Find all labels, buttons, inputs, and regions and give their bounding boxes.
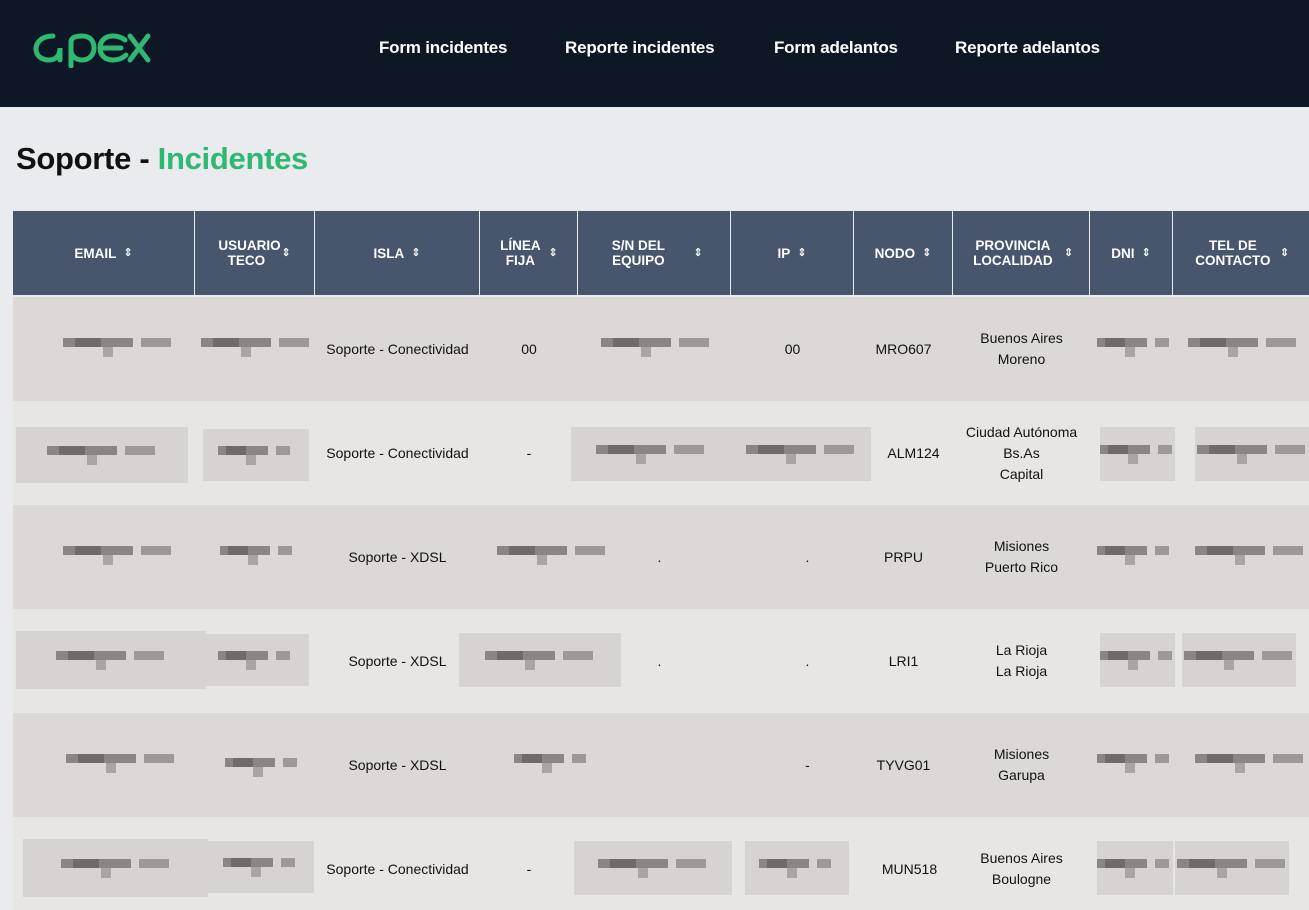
column-header-provincia-localidad[interactable]: PROVINCIA LOCALIDAD ⇕ <box>953 211 1090 295</box>
nav-reporte-incidentes[interactable]: Reporte incidentes <box>565 38 715 58</box>
column-header-isla[interactable]: ISLA ⇕ <box>315 211 480 295</box>
cell-provincia-localidad: Misiones Puerto Rico <box>984 538 1059 575</box>
cell-provincia-localidad: Buenos Aires Boulogne <box>980 850 1063 887</box>
column-header-ip[interactable]: IP ⇕ <box>731 211 854 295</box>
cell-nodo: PRPU <box>884 548 923 565</box>
cell-linea-fija: - <box>526 860 532 877</box>
table-row[interactable]: Soporte - XDSL . . PRPU Misiones Puerto R… <box>13 505 1309 609</box>
column-header-sn-equipo[interactable]: S/N DEL EQUIPO ⇕ <box>578 211 731 295</box>
column-header-usuario-teco[interactable]: USUARIO TECO ⇕ <box>195 211 315 295</box>
redacted-email <box>43 317 193 377</box>
nav-form-adelantos[interactable]: Form adelantos <box>774 38 898 58</box>
column-header-dni[interactable]: DNI ⇕ <box>1090 211 1173 295</box>
sort-icon[interactable]: ⇕ <box>411 246 420 261</box>
redacted-dni <box>1100 633 1175 687</box>
redacted-usuario <box>203 429 309 481</box>
redacted-ip <box>745 841 849 895</box>
cell-isla: Soporte - XDSL <box>348 652 447 669</box>
table-row[interactable]: Soporte - XDSL - TYVG01 Misiones Garupa <box>13 713 1309 817</box>
sort-icon[interactable]: ⇕ <box>1280 246 1289 261</box>
apex-logo[interactable] <box>33 28 151 68</box>
cell-isla: Soporte - Conectividad <box>326 340 469 357</box>
nav-form-incidentes[interactable]: Form incidentes <box>379 38 508 58</box>
table-row[interactable]: Soporte - Conectividad 00 00 MRO607 Buen… <box>13 297 1309 401</box>
redacted-usuario <box>198 317 313 377</box>
cell-sn: . <box>657 548 662 565</box>
redacted-serial <box>571 427 731 481</box>
column-header-email[interactable]: EMAIL ⇕ <box>13 211 195 295</box>
redacted-tel <box>1183 317 1303 377</box>
redacted-usuario <box>208 737 318 797</box>
cell-linea-fija: 00 <box>521 340 537 357</box>
redacted-ip <box>731 427 871 481</box>
cell-ip: . <box>805 548 810 565</box>
cell-provincia-localidad: Misiones Garupa <box>993 746 1050 783</box>
cell-isla: Soporte - Conectividad <box>326 860 469 877</box>
page-title-prefix: Soporte - <box>16 141 158 176</box>
cell-nodo: ALM124 <box>887 444 940 461</box>
redacted-dni <box>1096 525 1174 585</box>
cell-isla: Soporte - Conectividad <box>326 444 469 461</box>
table-row[interactable]: Soporte - Conectividad - ALM124 Ciudad A… <box>13 401 1309 505</box>
nav-reporte-adelantos[interactable]: Reporte adelantos <box>955 38 1100 58</box>
table-row[interactable]: Soporte - XDSL . . LRI1 La Rioja La Rioja <box>13 609 1309 713</box>
cell-sn: . <box>657 652 662 669</box>
redacted-dni <box>1100 427 1175 481</box>
sort-icon[interactable]: ⇕ <box>797 246 806 261</box>
cell-ip: . <box>805 652 810 669</box>
redacted-usuario <box>203 525 313 585</box>
sort-icon[interactable]: ⇕ <box>693 246 702 261</box>
redacted-tel <box>1182 633 1296 687</box>
cell-nodo: MUN518 <box>881 860 938 877</box>
sort-icon[interactable]: ⇕ <box>548 246 557 261</box>
sort-icon[interactable]: ⇕ <box>1142 246 1151 261</box>
redacted-email <box>48 525 188 585</box>
redacted-tel <box>1191 525 1309 585</box>
column-header-linea-fija[interactable]: LÍNEA FIJA ⇕ <box>480 211 578 295</box>
table-row[interactable]: Soporte - Conectividad - MUN518 Buenos A… <box>13 817 1309 910</box>
sort-icon[interactable]: ⇕ <box>281 246 290 261</box>
redacted-email <box>53 733 188 793</box>
table-header: EMAIL ⇕ USUARIO TECO ⇕ ISLA ⇕ LÍNEA FIJA ⇕ S… <box>13 211 1309 295</box>
cell-provincia-localidad: Buenos Aires Moreno <box>980 330 1063 367</box>
cell-linea-fija: - <box>526 444 532 461</box>
redacted-dni <box>1096 317 1174 377</box>
cell-sn <box>578 713 731 817</box>
page-title: Soporte - Incidentes <box>16 141 308 177</box>
page-title-accent: Incidentes <box>157 141 309 176</box>
top-navbar: Form incidentes Reporte incidentes Form … <box>0 0 1309 107</box>
sort-icon[interactable]: ⇕ <box>123 246 132 261</box>
cell-isla: Soporte - XDSL <box>348 756 447 773</box>
cell-provincia-localidad: La Rioja La Rioja <box>995 642 1048 679</box>
column-header-tel-contacto[interactable]: TEL DE CONTACTO ⇕ <box>1173 211 1309 295</box>
redacted-dni <box>1097 841 1173 895</box>
cell-provincia-localidad: Ciudad Autónoma Bs.As Capital <box>965 423 1078 482</box>
redacted-tel <box>1195 427 1309 481</box>
redacted-tel <box>1191 733 1309 793</box>
sort-icon[interactable]: ⇕ <box>922 246 931 261</box>
redacted-serial <box>574 841 732 895</box>
redacted-usuario <box>203 634 309 686</box>
redacted-email <box>23 839 208 897</box>
cell-isla: Soporte - XDSL <box>348 548 447 565</box>
redacted-email <box>16 427 188 483</box>
cell-nodo: MRO607 <box>875 340 932 357</box>
cell-ip: - <box>805 756 810 773</box>
cell-ip: 00 <box>784 340 801 357</box>
redacted-tel <box>1175 841 1289 895</box>
redacted-email <box>16 631 206 689</box>
sort-icon[interactable]: ⇕ <box>1064 246 1073 261</box>
cell-nodo: LRI1 <box>888 652 919 669</box>
redacted-dni <box>1096 733 1174 793</box>
cell-nodo: TYVG01 <box>876 756 931 773</box>
redacted-serial <box>593 317 718 377</box>
redacted-usuario <box>208 841 314 893</box>
column-header-nodo[interactable]: NODO ⇕ <box>854 211 953 295</box>
